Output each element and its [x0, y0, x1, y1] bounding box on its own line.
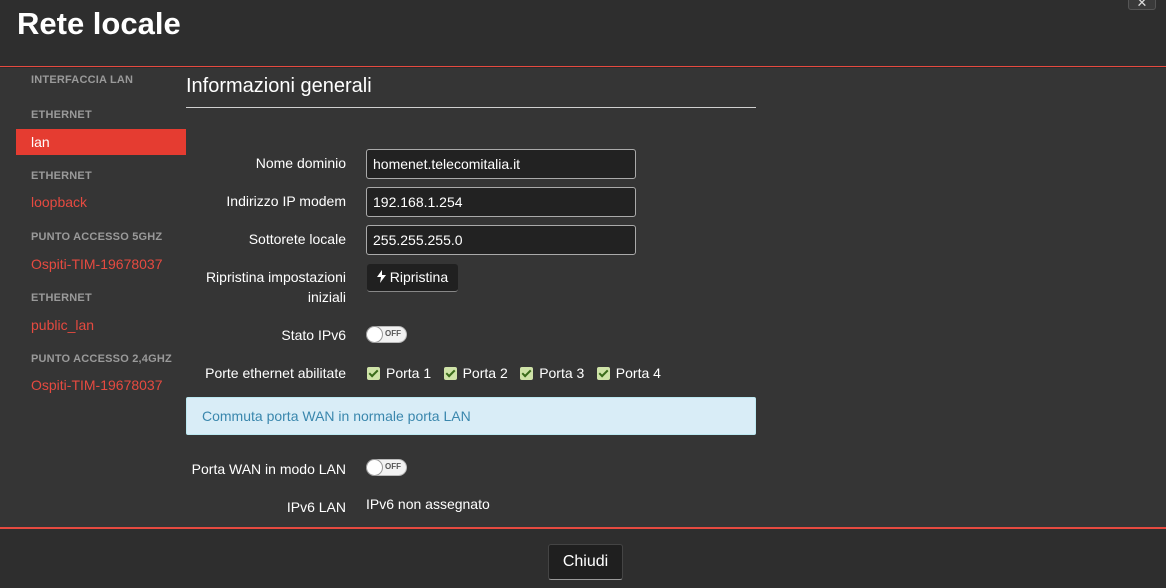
modem-ip-input[interactable]: 192.168.1.254 — [366, 187, 636, 217]
sidebar-item-guest-24ghz[interactable]: Ospiti-TIM-19678037 — [16, 377, 186, 393]
checkbox-checked-icon — [596, 367, 610, 380]
port-2-label: Porta 2 — [462, 365, 508, 381]
sidebar-item-public-lan[interactable]: public_lan — [16, 317, 186, 333]
sidebar-section-ap-24ghz: PUNTO ACCESSO 2,4GHZ — [31, 353, 172, 365]
port-3-label: Porta 3 — [539, 365, 585, 381]
reset-label: Ripristina impostazioni iniziali — [206, 267, 346, 307]
port-2-checkbox[interactable]: Porta 2 — [443, 363, 508, 383]
sidebar-item-guest-5ghz[interactable]: Ospiti-TIM-19678037 — [16, 256, 186, 272]
section-divider — [186, 107, 756, 108]
ipv6-lan-label: IPv6 LAN — [286, 499, 346, 515]
reset-button[interactable]: Ripristina — [367, 264, 458, 292]
domain-label: Nome dominio — [255, 155, 346, 171]
port-4-label: Porta 4 — [615, 365, 661, 381]
sidebar-section-ap-5ghz: PUNTO ACCESSO 5GHZ — [31, 231, 163, 243]
reset-label-line1: Ripristina impostazioni — [205, 269, 346, 285]
sidebar-section-ethernet: ETHERNET — [31, 292, 92, 304]
modal-header: Rete locale ✕ — [0, 0, 1166, 67]
modal-footer: Chiudi — [0, 527, 1166, 588]
toggle-text: OFF — [385, 329, 401, 338]
info-box: Commuta porta WAN in normale porta LAN — [186, 397, 756, 435]
toggle-text: OFF — [385, 462, 401, 471]
subnet-input[interactable]: 255.255.255.0 — [366, 225, 636, 255]
checkbox-checked-icon — [367, 367, 380, 380]
ports-group: Porta 1 Porta 2 Porta 3 Porta 4 — [367, 363, 669, 383]
ipv6-state-toggle[interactable]: OFF — [366, 326, 407, 343]
port-3-checkbox[interactable]: Porta 3 — [520, 363, 584, 383]
section-title: Informazioni generali — [186, 75, 372, 97]
wan-lan-toggle[interactable]: OFF — [366, 459, 407, 476]
sidebar-section-lan-interface: INTERFACCIA LAN — [31, 74, 134, 86]
reset-label-line2: iniziali — [307, 289, 346, 305]
port-1-checkbox[interactable]: Porta 1 — [367, 363, 431, 383]
sidebar-item-lan[interactable]: lan — [16, 129, 186, 155]
domain-input[interactable]: homenet.telecomitalia.it — [366, 149, 636, 179]
reset-button-label: Ripristina — [389, 269, 449, 285]
sidebar-section-ethernet: ETHERNET — [31, 170, 92, 182]
ipv6-lan-value: IPv6 non assegnato — [366, 496, 490, 512]
ipv6-state-label: Stato IPv6 — [281, 327, 346, 343]
port-1-label: Porta 1 — [386, 365, 432, 381]
toggle-knob — [366, 459, 383, 476]
modem-ip-label: Indirizzo IP modem — [226, 193, 346, 209]
checkbox-checked-icon — [443, 367, 457, 380]
port-4-checkbox[interactable]: Porta 4 — [596, 363, 661, 383]
close-icon[interactable]: ✕ — [1128, 0, 1156, 10]
wan-lan-label: Porta WAN in modo LAN — [191, 461, 346, 477]
sidebar-item-loopback[interactable]: loopback — [16, 194, 186, 210]
modal-body: INTERFACCIA LAN ETHERNET lan ETHERNET lo… — [0, 68, 1166, 528]
toggle-knob — [366, 326, 383, 343]
close-button[interactable]: Chiudi — [548, 544, 623, 580]
checkbox-checked-icon — [520, 367, 534, 380]
ports-label: Porte ethernet abilitate — [205, 365, 346, 381]
modal-title: Rete locale — [17, 6, 181, 41]
sidebar-section-ethernet: ETHERNET — [31, 109, 92, 121]
subnet-label: Sottorete locale — [248, 231, 346, 247]
bolt-icon — [376, 270, 386, 283]
